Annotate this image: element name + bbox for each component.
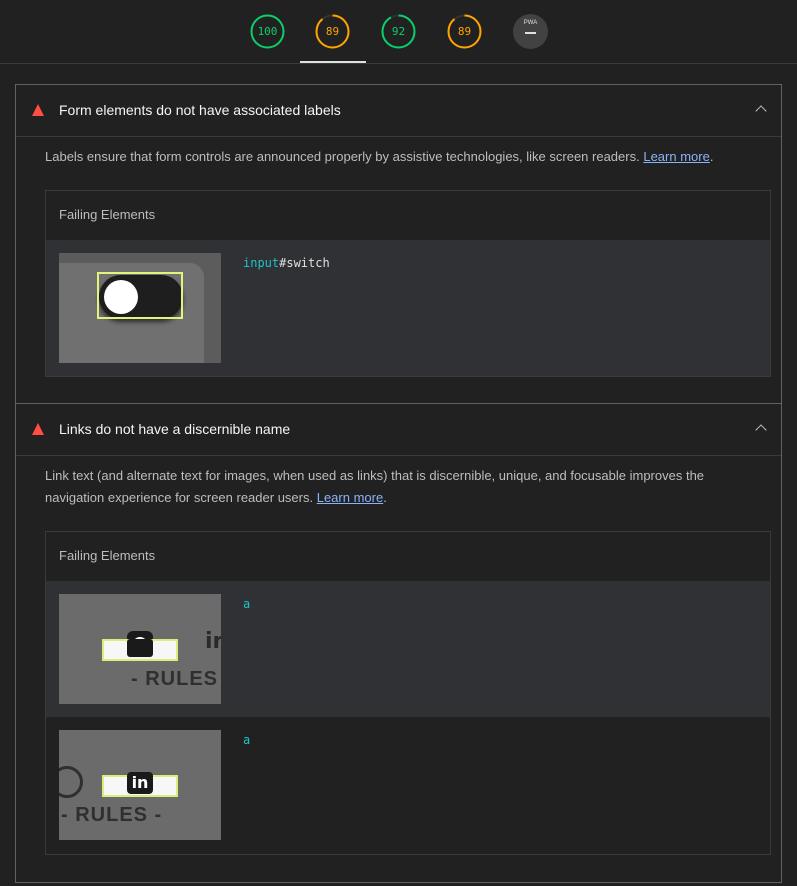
element-screenshot: - RULES - in bbox=[59, 730, 221, 840]
element-selector[interactable]: a bbox=[243, 733, 250, 747]
score-gauge-seo[interactable]: 89 bbox=[447, 14, 482, 49]
pwa-label: PWA bbox=[523, 20, 538, 26]
learn-more-link[interactable]: Learn more bbox=[317, 490, 383, 505]
element-tag: a bbox=[243, 733, 251, 747]
audit-description-line1: Link text (and alternate text for images… bbox=[45, 468, 705, 483]
failing-elements-label: Failing Elements bbox=[59, 207, 156, 222]
thumb-text: - RULES - bbox=[61, 804, 163, 826]
audit-title: Form elements do not have associated lab… bbox=[59, 102, 341, 118]
audit-form-labels: Form elements do not have associated lab… bbox=[15, 84, 782, 404]
learn-more-link[interactable]: Learn more bbox=[643, 149, 709, 164]
audit-link-names: Links do not have a discernible name Lin… bbox=[15, 403, 782, 883]
table-row[interactable]: input#switch bbox=[46, 240, 770, 376]
active-tab-indicator bbox=[300, 61, 366, 63]
pwa-badge-icon[interactable]: PWA bbox=[513, 14, 548, 49]
score-gauges-bar: 100 89 92 89 PWA bbox=[0, 0, 797, 64]
element-screenshot: in - RULES bbox=[59, 594, 221, 704]
fail-triangle-icon bbox=[32, 423, 44, 435]
thumb-text: - RULES bbox=[131, 668, 218, 690]
linkedin-icon: in bbox=[205, 629, 221, 654]
failing-elements-table: Failing Elements input#switch bbox=[45, 190, 771, 377]
audit-header[interactable]: Links do not have a discernible name bbox=[16, 404, 781, 456]
table-row[interactable]: - RULES - in a bbox=[46, 717, 770, 853]
audit-description: Labels ensure that form controls are ann… bbox=[45, 149, 714, 164]
element-selector[interactable]: input#switch bbox=[243, 256, 330, 270]
score-gauge-best-practices[interactable]: 92 bbox=[381, 14, 416, 49]
chevron-up-icon[interactable] bbox=[755, 424, 767, 436]
fail-triangle-icon bbox=[32, 104, 44, 116]
audit-description-text: Labels ensure that form controls are ann… bbox=[45, 149, 640, 164]
score-value: 89 bbox=[325, 25, 340, 38]
element-id: #switch bbox=[279, 256, 330, 270]
element-screenshot bbox=[59, 253, 221, 363]
score-value: 100 bbox=[257, 25, 278, 38]
element-highlight bbox=[97, 272, 183, 319]
github-icon-top bbox=[127, 639, 153, 657]
audit-header[interactable]: Form elements do not have associated lab… bbox=[16, 85, 781, 137]
chevron-up-icon[interactable] bbox=[755, 105, 767, 117]
audit-description: Link text (and alternate text for images… bbox=[45, 465, 745, 509]
failing-elements-label: Failing Elements bbox=[59, 548, 156, 563]
element-selector[interactable]: a bbox=[243, 597, 250, 611]
pwa-dash bbox=[525, 32, 536, 34]
audit-description-line2: navigation experience for screen reader … bbox=[45, 490, 314, 505]
failing-elements-table: Failing Elements in - RULES a - RULES - … bbox=[45, 531, 771, 855]
linkedin-icon: in bbox=[127, 772, 153, 794]
audit-title: Links do not have a discernible name bbox=[59, 421, 291, 437]
github-icon bbox=[59, 766, 83, 798]
table-row[interactable]: in - RULES a bbox=[46, 581, 770, 717]
score-gauge-performance[interactable]: 100 bbox=[250, 14, 285, 49]
score-value: 92 bbox=[391, 25, 406, 38]
element-tag: a bbox=[243, 597, 251, 611]
score-gauge-accessibility[interactable]: 89 bbox=[315, 14, 350, 49]
score-value: 89 bbox=[457, 25, 472, 38]
failing-elements-header: Failing Elements bbox=[46, 532, 770, 581]
element-tag: input bbox=[243, 256, 280, 270]
failing-elements-header: Failing Elements bbox=[46, 191, 770, 240]
